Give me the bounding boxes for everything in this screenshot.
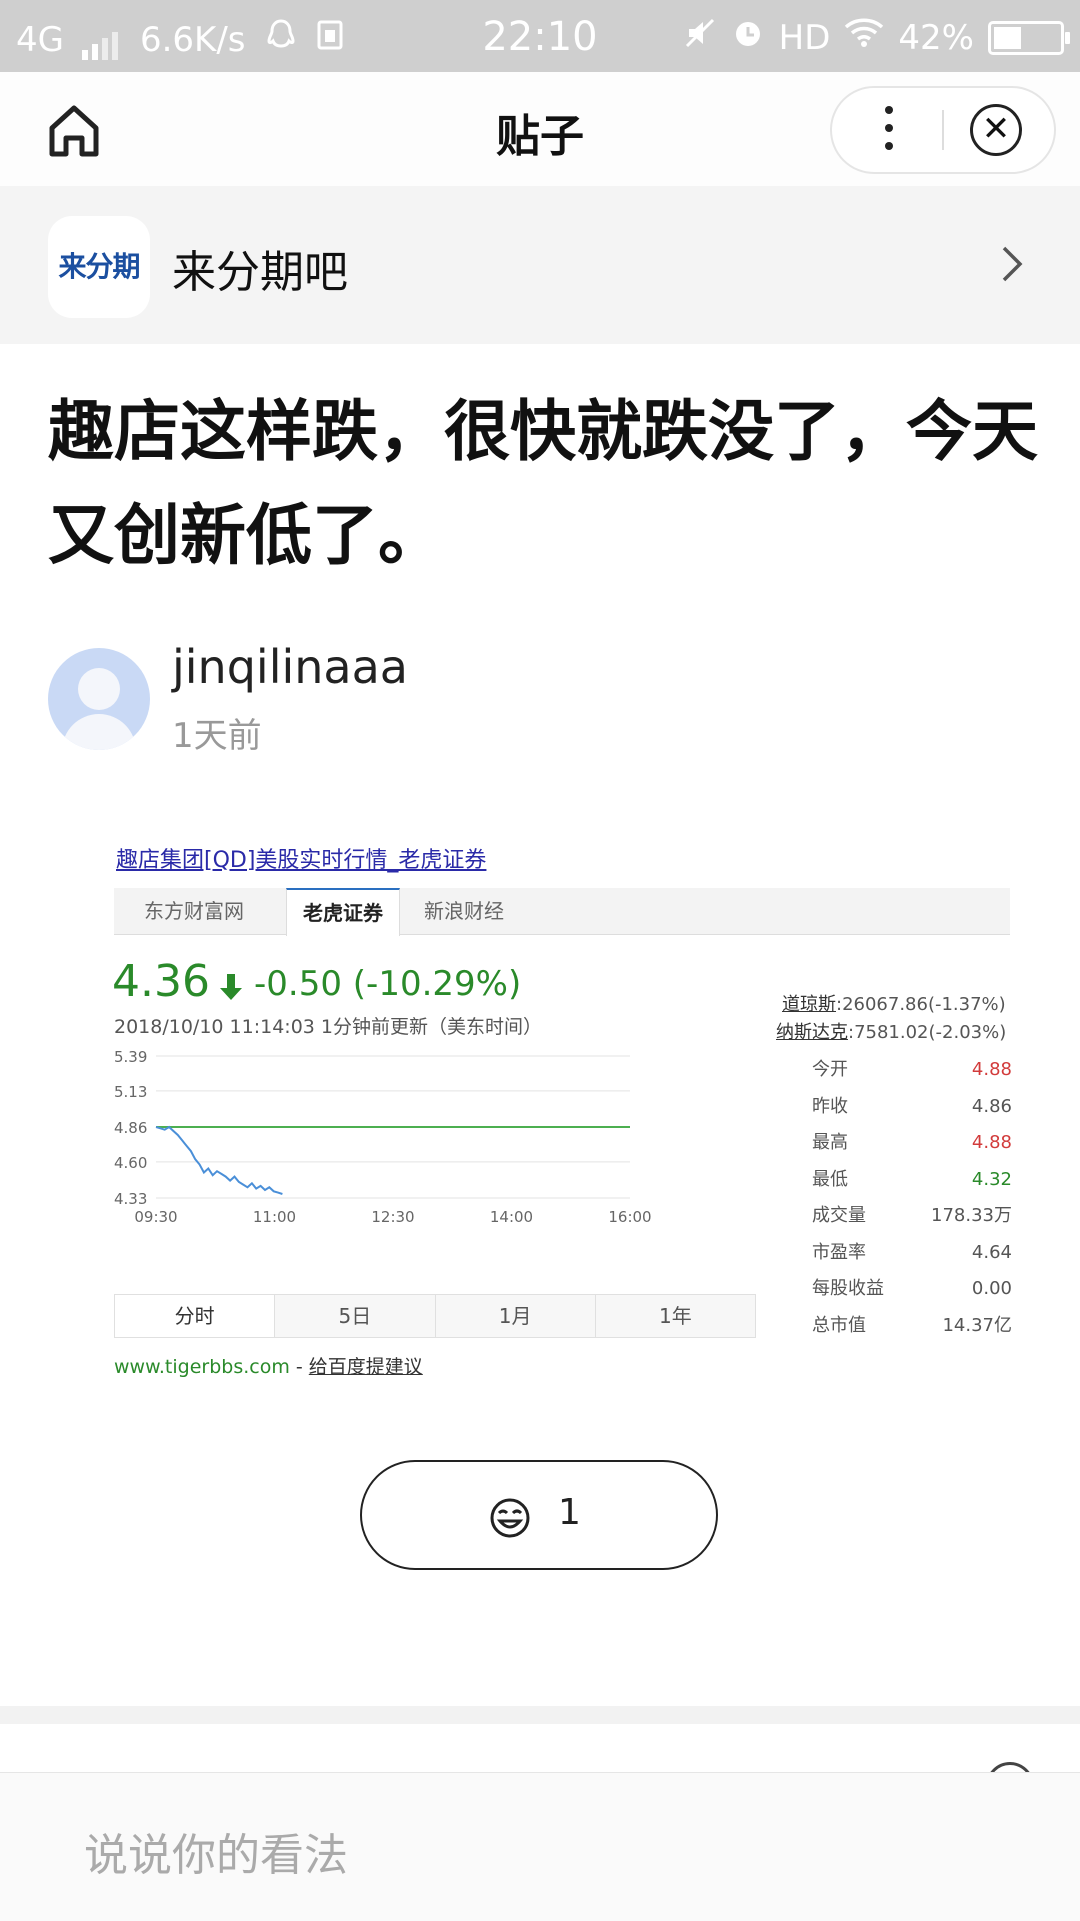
footer-link: 给百度提建议 [308, 1356, 423, 1378]
x-tick-label: 11:00 [253, 1208, 296, 1226]
card-footer: www.tigerbbs.com - 给百度提建议 [114, 1352, 423, 1379]
period-tab: 1月 [436, 1295, 596, 1337]
reaction-count: 1 [558, 1492, 581, 1533]
section-divider [0, 1706, 1080, 1724]
y-tick-label: 5.13 [114, 1083, 147, 1101]
hd-label: HD [778, 17, 831, 58]
more-icon[interactable] [884, 106, 894, 154]
stat-label: 市盈率 [812, 1241, 866, 1263]
stat-value: 4.86 [971, 1095, 1012, 1117]
footer-site: www.tigerbbs.com [114, 1356, 290, 1378]
index-value: :7581.02(-2.03%) [848, 1022, 1007, 1043]
stat-label: 总市值 [812, 1314, 866, 1336]
stat-row: 最高 4.88 [812, 1125, 1012, 1162]
status-bar: 4G 6.6K/s 22:10 HD 42% [0, 0, 1080, 72]
price-line [155, 1125, 283, 1195]
stat-value: 0.00 [971, 1278, 1012, 1299]
stat-value: 4.32 [971, 1168, 1012, 1190]
close-icon[interactable]: ✕ [970, 104, 1022, 156]
avatar-body [62, 714, 136, 750]
y-tick-label: 4.86 [114, 1119, 147, 1137]
stat-value: 4.88 [971, 1059, 1012, 1080]
stat-row: 每股收益 0.00 [812, 1271, 1012, 1308]
x-tick-label: 14:00 [490, 1208, 533, 1226]
stat-row: 昨收 4.86 [812, 1089, 1012, 1126]
status-right: HD 42% [683, 16, 1070, 59]
wifi-icon [844, 17, 884, 58]
avatar-head [78, 668, 120, 710]
miniapp-capsule: ✕ [830, 86, 1056, 174]
laugh-face-icon [488, 1496, 532, 1540]
stat-label: 最低 [812, 1168, 848, 1190]
stock-stats: 今开 4.88 昨收 4.86 最高 4.88 最低 4.32 成交量 178.33万市盈率 4.6… [812, 1052, 1012, 1344]
stat-value: 178.33万 [931, 1205, 1012, 1226]
reaction-button[interactable]: 1 [360, 1460, 718, 1570]
stat-label: 每股收益 [812, 1278, 884, 1299]
author-name[interactable]: jinqilinaaa [172, 640, 408, 694]
index-value: :26067.86(-1.37%) [836, 994, 1006, 1015]
forum-name: 来分期吧 [172, 247, 348, 298]
source-tab: 新浪财经 [424, 899, 504, 923]
stock-price: 4.36 [112, 956, 210, 1007]
x-tick-label: 12:30 [371, 1208, 414, 1226]
stat-row: 市盈率 4.64 [812, 1235, 1012, 1272]
post-title: 趣店这样跌，很快就跌没了，今天又创新低了。 [48, 393, 1038, 574]
y-tick-label: 5.39 [114, 1048, 147, 1066]
index-dow: 道琼斯:26067.86(-1.37%) [782, 990, 1006, 1016]
stock-change: -0.50 (-10.29%) [254, 964, 522, 1004]
stat-row: 总市值 14.37亿 [812, 1308, 1012, 1345]
index-name: 道琼斯 [782, 994, 836, 1015]
comment-input[interactable]: 说说你的看法 [84, 1819, 348, 1883]
down-arrow-icon [218, 972, 244, 1002]
stat-value: 4.64 [971, 1241, 1012, 1263]
stock-link: 趣店集团[QD]美股实时行情_老虎证券 [116, 848, 487, 873]
x-tick-label: 16:00 [608, 1208, 651, 1226]
stat-label: 成交量 [812, 1205, 866, 1226]
post-image[interactable]: 趣店集团[QD]美股实时行情_老虎证券 东方财富网 老虎证券 新浪财经 4.36… [106, 826, 1016, 1379]
mute-icon [683, 16, 717, 59]
chevron-right-icon [992, 242, 1032, 286]
stat-label: 最高 [812, 1132, 848, 1153]
intraday-chart: 5.39 5.13 4.86 4.60 4.3309:30 11:00 12:30 14:00… [114, 1048, 652, 1226]
stat-row: 今开 4.88 [812, 1052, 1012, 1089]
stat-value: 4.88 [971, 1132, 1012, 1153]
period-tab: 分时 [115, 1295, 276, 1337]
stock-timestamp: 2018/10/10 11:14:03 1分钟前更新（美东时间） [114, 1016, 543, 1038]
battery-level [994, 26, 1021, 49]
stat-label: 今开 [812, 1059, 848, 1080]
period-tab: 5日 [275, 1295, 436, 1337]
x-tick-label: 09:30 [134, 1208, 177, 1226]
forum-logo: 来分期 [48, 216, 150, 318]
forum-row[interactable]: 来分期 来分期吧 [0, 186, 1080, 344]
alarm-icon [731, 16, 765, 59]
stat-value: 14.37亿 [942, 1314, 1012, 1336]
index-name: 纳斯达克 [776, 1022, 848, 1043]
stat-row: 成交量 178.33万 [812, 1198, 1012, 1235]
y-tick-label: 4.60 [114, 1154, 147, 1172]
index-nasdaq: 纳斯达克:7581.02(-2.03%) [776, 1018, 1006, 1044]
battery-percent: 42% [898, 17, 974, 58]
capsule-divider [942, 110, 944, 150]
avatar[interactable] [48, 648, 150, 750]
period-tabs: 分时 5日 1月 1年 [114, 1294, 756, 1338]
source-tab-active: 老虎证券 [286, 888, 400, 936]
battery-icon [988, 20, 1070, 55]
nav-bar: 贴子 ✕ [0, 72, 1080, 187]
source-tab: 东方财富网 [144, 899, 244, 923]
y-tick-label: 4.33 [114, 1190, 147, 1208]
footer-separator: - [289, 1356, 309, 1378]
post-time: 1天前 [172, 716, 262, 756]
stat-label: 昨收 [812, 1095, 848, 1117]
comment-bar: 说说你的看法 [0, 1772, 1080, 1921]
stat-row: 最低 4.32 [812, 1162, 1012, 1199]
period-tab: 1年 [659, 1304, 692, 1328]
source-tabs: 东方财富网 老虎证券 新浪财经 [114, 888, 1010, 936]
